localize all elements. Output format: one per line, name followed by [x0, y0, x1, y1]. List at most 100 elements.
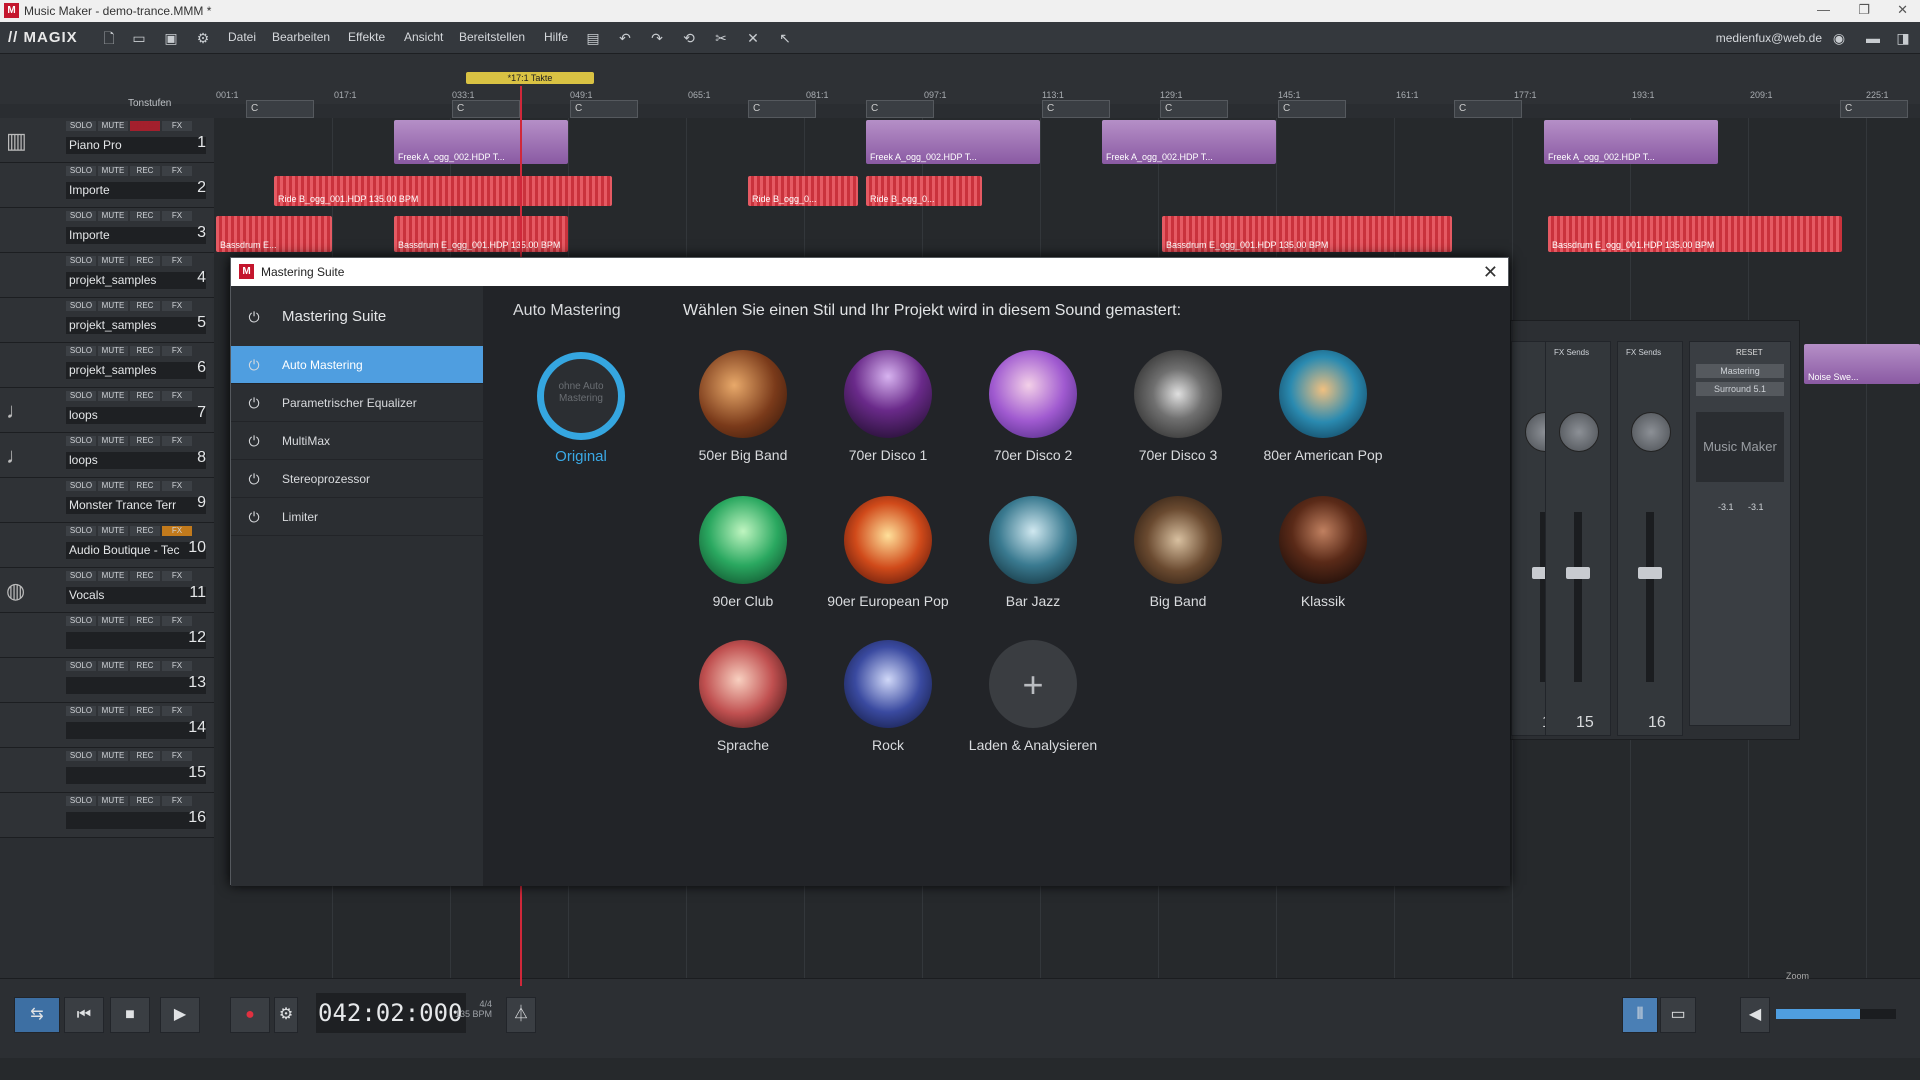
audio-clip[interactable]: Ride B_ogg_001.HDP 135.00 BPM: [274, 176, 612, 206]
fx-button[interactable]: FX: [162, 481, 192, 491]
tempo-display[interactable]: 135 BPM: [455, 1009, 492, 1019]
solo-button[interactable]: SOLO: [66, 256, 96, 266]
rec-button[interactable]: REC: [130, 301, 160, 311]
minimize-icon[interactable]: —: [1817, 2, 1830, 17]
track-name[interactable]: [66, 722, 206, 739]
sidebar-item-auto-mastering[interactable]: ⏻ Auto Mastering: [231, 346, 483, 384]
add-preset-button[interactable]: +: [989, 640, 1077, 728]
dj-icon[interactable]: [699, 496, 787, 584]
preset-bar-jazz[interactable]: Bar Jazz: [963, 496, 1103, 626]
rec-button[interactable]: REC: [130, 661, 160, 671]
track-name[interactable]: Monster Trance Terr: [66, 497, 206, 514]
mixer-view-icon[interactable]: ▭: [1660, 997, 1696, 1033]
solo-button[interactable]: SOLO: [66, 526, 96, 536]
mute-button[interactable]: MUTE: [98, 571, 128, 581]
open-folder-icon[interactable]: ▭: [130, 29, 148, 47]
volume-fader[interactable]: [1646, 512, 1654, 682]
mute-button[interactable]: MUTE: [98, 661, 128, 671]
track-header[interactable]: ♩ SOLO MUTE REC FX loops 7: [0, 388, 214, 433]
power-icon[interactable]: ⏻: [245, 470, 263, 488]
mute-button[interactable]: MUTE: [98, 436, 128, 446]
record-button[interactable]: ●: [230, 997, 270, 1033]
singer-icon[interactable]: [1279, 350, 1367, 438]
mute-button[interactable]: MUTE: [98, 256, 128, 266]
solo-button[interactable]: SOLO: [66, 571, 96, 581]
menu-datei[interactable]: Datei: [228, 30, 256, 44]
redo-icon[interactable]: ↷: [648, 29, 666, 47]
chord-selector[interactable]: C: [1840, 100, 1908, 118]
track-header[interactable]: SOLO MUTE REC FX 16: [0, 793, 214, 838]
rec-button[interactable]: REC: [130, 436, 160, 446]
loop-range[interactable]: *17:1 Takte: [466, 72, 594, 84]
fx-button[interactable]: FX: [162, 391, 192, 401]
rec-button[interactable]: REC: [130, 571, 160, 581]
surround-button[interactable]: Surround 5.1: [1696, 382, 1784, 396]
audio-clip[interactable]: Freek A_ogg_002.HDP T...: [866, 120, 1040, 164]
delete-icon[interactable]: ✕: [744, 29, 762, 47]
rec-button[interactable]: REC: [130, 751, 160, 761]
drums-icon[interactable]: [1134, 496, 1222, 584]
audio-clip[interactable]: Freek A_ogg_002.HDP T...: [1544, 120, 1718, 164]
user-avatar-icon[interactable]: ◉: [1830, 29, 1848, 47]
audio-clip[interactable]: Ride B_ogg_0...: [866, 176, 982, 206]
undo-icon[interactable]: ↶: [616, 29, 634, 47]
chord-selector[interactable]: C: [1278, 100, 1346, 118]
rotate-icon[interactable]: ⟲: [680, 29, 698, 47]
panel-icon[interactable]: ◨: [1894, 29, 1912, 47]
play-button[interactable]: ▶: [160, 997, 200, 1033]
power-icon[interactable]: ⏻: [245, 394, 263, 412]
fx-button[interactable]: FX: [162, 796, 192, 806]
mute-button[interactable]: MUTE: [98, 346, 128, 356]
mixer-channel[interactable]: FX Sends 15: [1545, 341, 1611, 736]
preset-50er-big-band[interactable]: 50er Big Band: [673, 350, 813, 480]
chord-selector[interactable]: C: [1042, 100, 1110, 118]
preset-original-circle[interactable]: ohne Auto Mastering: [537, 352, 625, 440]
rec-button[interactable]: REC: [130, 346, 160, 356]
fader-handle[interactable]: [1566, 567, 1590, 579]
track-header[interactable]: SOLO MUTE REC FX Audio Boutique - Tec 10: [0, 523, 214, 568]
track-name[interactable]: Importe: [66, 227, 206, 244]
audio-clip[interactable]: Freek A_ogg_002.HDP T...: [394, 120, 568, 164]
stop-button[interactable]: ■: [110, 997, 150, 1033]
loop-button[interactable]: ⇆: [14, 997, 60, 1033]
preset-klassik[interactable]: Klassik: [1253, 496, 1393, 626]
fx-button[interactable]: FX: [162, 751, 192, 761]
mute-button[interactable]: MUTE: [98, 706, 128, 716]
track-name[interactable]: [66, 767, 206, 784]
power-icon[interactable]: ⏻: [245, 508, 263, 526]
rec-button[interactable]: REC: [130, 166, 160, 176]
master-channel[interactable]: RESET Mastering Surround 5.1 Music Maker…: [1689, 341, 1791, 726]
rec-button[interactable]: REC: [130, 526, 160, 536]
track-header[interactable]: SOLO MUTE REC FX Importe 2: [0, 163, 214, 208]
preset-70er-disco-3[interactable]: 70er Disco 3: [1108, 350, 1248, 480]
preset-80er-american-pop[interactable]: 80er American Pop: [1253, 350, 1393, 480]
fx-button[interactable]: FX: [162, 436, 192, 446]
track-header[interactable]: ◍ SOLO MUTE REC FX Vocals 11: [0, 568, 214, 613]
layout-icon[interactable]: ▬: [1864, 29, 1882, 47]
rec-button[interactable]: REC: [130, 616, 160, 626]
mute-button[interactable]: MUTE: [98, 526, 128, 536]
track-name[interactable]: Vocals: [66, 587, 206, 604]
chord-selector[interactable]: C: [452, 100, 520, 118]
fx-button[interactable]: FX: [162, 706, 192, 716]
fx-button[interactable]: FX: [162, 166, 192, 176]
track-header[interactable]: SOLO MUTE REC FX projekt_samples 4: [0, 253, 214, 298]
track-header[interactable]: SOLO MUTE REC FX projekt_samples 6: [0, 343, 214, 388]
sidebar-item-limiter[interactable]: ⏻ Limiter: [231, 498, 483, 536]
rec-button[interactable]: REC: [130, 796, 160, 806]
rec-button[interactable]: REC: [130, 481, 160, 491]
metronome-icon[interactable]: ⏃: [506, 997, 536, 1033]
track-name[interactable]: projekt_samples: [66, 272, 206, 289]
sidebar-item-stereoprozessor[interactable]: ⏻ Stereoprozessor: [231, 460, 483, 498]
audio-clip[interactable]: Bassdrum E_ogg_001.HDP 135.00 BPM: [1548, 216, 1842, 252]
power-icon[interactable]: ⏻: [245, 432, 263, 450]
fx-button[interactable]: FX: [162, 571, 192, 581]
chord-selector[interactable]: C: [1160, 100, 1228, 118]
fx-button[interactable]: FX: [162, 661, 192, 671]
solo-button[interactable]: SOLO: [66, 346, 96, 356]
preset-load-analyze[interactable]: + Laden & Analysieren: [963, 640, 1103, 770]
solo-button[interactable]: SOLO: [66, 211, 96, 221]
track-header[interactable]: SOLO MUTE REC FX 14: [0, 703, 214, 748]
sidebar-item-equalizer[interactable]: ⏻ Parametrischer Equalizer: [231, 384, 483, 422]
preset-sprache[interactable]: Sprache: [673, 640, 813, 770]
